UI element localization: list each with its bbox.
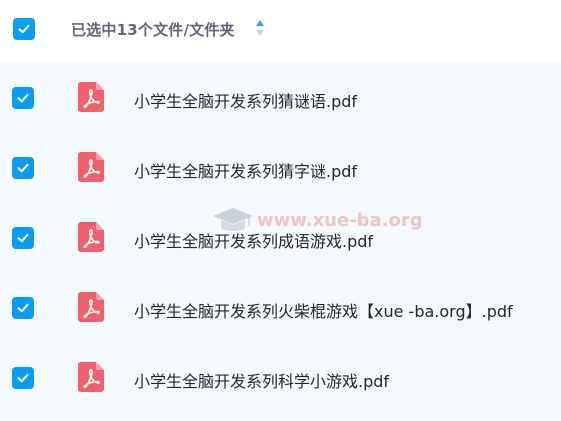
checkmark-icon <box>17 163 29 173</box>
pdf-file-icon <box>78 82 104 112</box>
pdf-file-icon <box>78 362 104 392</box>
pdf-file-icon <box>78 222 104 252</box>
file-checkbox[interactable] <box>12 297 34 319</box>
selection-count-label: 已选中13个文件/文件夹 <box>71 21 235 39</box>
file-name: 小学生全脑开发系列猜谜语.pdf <box>134 92 358 111</box>
file-name: 小学生全脑开发系列成语游戏.pdf <box>134 232 374 251</box>
checkmark-icon <box>17 303 29 313</box>
list-item[interactable]: 小学生全脑开发系列科学小游戏.pdf <box>0 343 561 413</box>
checkmark-icon <box>17 93 29 103</box>
file-selection-panel: 已选中13个文件/文件夹 小学生全脑开发系列猜谜语.pdf 小学生全脑开发系列猜… <box>0 0 561 421</box>
file-checkbox[interactable] <box>12 367 34 389</box>
checkmark-icon <box>17 373 29 383</box>
selection-header: 已选中13个文件/文件夹 <box>0 0 561 63</box>
file-name: 小学生全脑开发系列猜字谜.pdf <box>134 162 358 181</box>
file-list: 小学生全脑开发系列猜谜语.pdf 小学生全脑开发系列猜字谜.pdf 小学生全脑开… <box>0 63 561 421</box>
sort-arrows-icon[interactable] <box>255 19 265 37</box>
select-all-checkbox[interactable] <box>13 18 35 40</box>
list-item[interactable]: 小学生全脑开发系列火柴棍游戏【xue -ba.org】.pdf <box>0 273 561 343</box>
list-item[interactable]: 小学生全脑开发系列猜谜语.pdf <box>0 63 561 133</box>
file-name: 小学生全脑开发系列火柴棍游戏【xue -ba.org】.pdf <box>134 302 513 321</box>
list-item[interactable]: 小学生全脑开发系列猜字谜.pdf <box>0 133 561 203</box>
file-checkbox[interactable] <box>12 157 34 179</box>
file-checkbox[interactable] <box>12 87 34 109</box>
file-checkbox[interactable] <box>12 227 34 249</box>
pdf-file-icon <box>78 292 104 322</box>
file-name: 小学生全脑开发系列科学小游戏.pdf <box>134 372 390 391</box>
checkmark-icon <box>17 233 29 243</box>
checkmark-icon <box>18 24 30 34</box>
list-item[interactable]: 小学生全脑开发系列成语游戏.pdf <box>0 203 561 273</box>
pdf-file-icon <box>78 152 104 182</box>
